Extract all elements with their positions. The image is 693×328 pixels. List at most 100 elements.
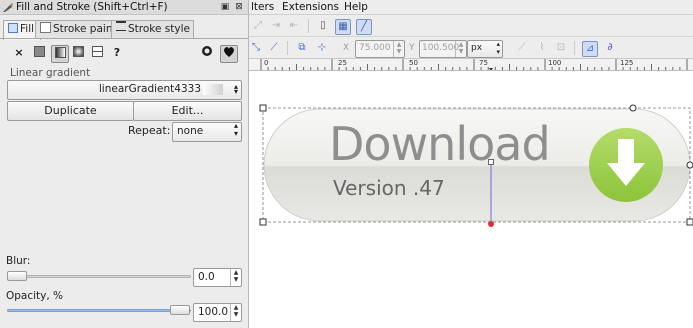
guides-toggle-icon[interactable]: ╱ (356, 19, 372, 35)
no-paint-button[interactable]: × (11, 45, 27, 61)
tab-stroke-style[interactable]: Stroke style (111, 20, 194, 39)
gradient-preview-swatch (203, 84, 223, 95)
tab-stroke-paint-label: Stroke paint (53, 23, 117, 35)
opacity-label: Opacity, % (6, 290, 64, 302)
toolbar-separator (574, 41, 575, 55)
opacity-spinbox[interactable]: 100.0 ▲ ▼ (193, 303, 242, 322)
radial-gradient-button[interactable] (70, 45, 86, 61)
y-coord-label: Y (409, 43, 415, 53)
document-properties-icon[interactable]: ▯ (316, 19, 330, 33)
duplicate-button[interactable]: Duplicate (7, 101, 134, 121)
linear-gradient-button[interactable] (51, 45, 69, 63)
grid-toggle-icon[interactable]: ▦ (335, 19, 351, 35)
x-coord-input[interactable]: 75.000 ▲ ▼ (355, 40, 405, 58)
show-transform-handles-icon[interactable]: ⊿ (582, 41, 598, 57)
dock-icon[interactable]: ▣ (220, 2, 230, 12)
unit-select[interactable]: px ▴ ▾ (467, 40, 503, 58)
artwork-title-text[interactable]: Download (329, 117, 551, 171)
blur-slider-handle[interactable] (7, 271, 27, 281)
y-spin-arrows-icon[interactable]: ▲ ▼ (455, 41, 466, 57)
handle-top-right-node[interactable] (629, 104, 637, 112)
edit-gradient-button[interactable]: Edit... (133, 101, 242, 121)
zoom-drawing-icon[interactable]: ⤢ (251, 19, 265, 33)
opacity-slider-track[interactable] (7, 309, 191, 312)
ruler-label: 50 (409, 59, 418, 67)
close-icon[interactable]: ⊠ (234, 2, 244, 12)
ruler-label: 25 (338, 59, 347, 67)
stroke-to-path-icon[interactable]: ⊹ (315, 41, 329, 55)
radial-gradient-icon (72, 46, 84, 57)
fill-rule-nonzero-button[interactable] (220, 45, 238, 63)
nonzero-icon (224, 47, 234, 57)
x-coord-label: X (343, 43, 350, 53)
ruler-label: 100 (548, 59, 562, 67)
pattern-icon (91, 46, 103, 57)
select-arrows-down-icon: ▾ (233, 87, 238, 96)
commands-toolbar: ⤢ ⇥ ⇤ ▯ ▦ ╱ (249, 15, 693, 37)
handle-right-node[interactable] (686, 161, 693, 169)
blur-label: Blur: (6, 255, 31, 267)
menu-bar: lters Extensions Help (249, 0, 693, 15)
fill-tab-icon (8, 23, 18, 33)
repeat-label: Repeat: (128, 124, 171, 137)
x-spin-arrows-icon[interactable]: ▲ ▼ (393, 41, 404, 57)
gradient-select-value: linearGradient4333 (98, 83, 201, 95)
blur-spinbox[interactable]: 0.0 ▲ ▼ (193, 268, 242, 287)
zoom-page-icon[interactable]: ⇥ (269, 19, 283, 33)
tab-divider (0, 38, 248, 39)
stroke-paint-tab-icon (40, 22, 51, 33)
menu-filters[interactable]: lters (251, 1, 274, 13)
menu-extensions[interactable]: Extensions (282, 1, 339, 13)
path-outline-icon[interactable]: ∂ (603, 41, 617, 55)
ruler-label: 75 (479, 59, 488, 67)
horizontal-ruler[interactable]: 0 25 50 75 100 125 (249, 59, 693, 71)
ruler-label: 0 (264, 59, 269, 67)
object-to-path-icon[interactable]: ⧉ (295, 41, 309, 55)
artwork-subtitle-text[interactable]: Version .47 (333, 176, 445, 200)
artwork (259, 104, 693, 227)
tool-controls-toolbar: ⤡ ⟋ ⧉ ⊹ X 75.000 ▲ ▼ Y 100.500 ▲ ▼ px ▴ ▾ ⟋… (249, 37, 693, 59)
repeat-select-value: none (177, 125, 204, 137)
tab-fill-label: Fill (20, 23, 35, 35)
show-outline-icon[interactable]: ⌇ (535, 41, 549, 55)
handle-top-left[interactable] (259, 104, 267, 112)
tab-stroke-style-label: Stroke style (128, 23, 190, 35)
show-handles-icon[interactable]: ⟋ (515, 41, 529, 55)
node-join-icon[interactable]: ⤡ (249, 41, 263, 55)
zoom-width-icon[interactable]: ⇤ (287, 19, 301, 33)
stroke-style-tab-icon (116, 21, 126, 31)
tab-stroke-paint[interactable]: Stroke paint (35, 20, 117, 39)
blur-value: 0.0 (198, 271, 215, 283)
ruler-label: 125 (620, 59, 634, 67)
gradient-end-handle[interactable] (488, 221, 494, 227)
flat-color-icon (33, 46, 45, 57)
menu-help[interactable]: Help (344, 1, 368, 13)
show-clip-icon[interactable]: ⊡ (554, 41, 568, 55)
blur-slider-track[interactable] (7, 275, 191, 278)
y-coord-input[interactable]: 100.500 ▲ ▼ (419, 40, 467, 58)
unset-paint-button[interactable]: ? (109, 45, 125, 61)
toolbar-separator (308, 19, 309, 33)
fill-stroke-dialog: Fill and Stroke (Shift+Ctrl+F) ▣ ⊠ Fill … (0, 0, 249, 328)
repeat-arrows-icon: ▴ ▾ (233, 121, 238, 138)
opacity-spin-arrows-icon[interactable]: ▲ ▼ (230, 304, 241, 321)
segment-line-icon[interactable]: ⟋ (267, 41, 281, 55)
opacity-slider-handle[interactable] (170, 305, 190, 315)
repeat-select[interactable]: none ▴ ▾ (172, 122, 242, 142)
flat-color-button[interactable] (31, 45, 47, 61)
unit-value: px (471, 43, 483, 53)
opacity-value: 100.0 (198, 306, 229, 318)
blur-spin-arrows-icon[interactable]: ▲ ▼ (230, 269, 241, 286)
handle-bottom-right[interactable] (686, 218, 693, 226)
dialog-title: Fill and Stroke (Shift+Ctrl+F) (16, 1, 168, 13)
unit-arrows-icon: ▴ ▾ (496, 40, 500, 56)
pattern-button[interactable] (89, 45, 105, 61)
drawing-canvas[interactable]: Download Version .47 (249, 72, 693, 328)
fill-rule-evenodd-button[interactable] (199, 45, 215, 61)
gradient-select[interactable]: linearGradient4333 ▴ ▾ (7, 80, 242, 100)
paint-brush-icon (3, 3, 13, 12)
evenodd-icon (202, 46, 212, 56)
handle-bottom-left[interactable] (259, 218, 267, 226)
toolbar-separator (287, 41, 288, 55)
dialog-titlebar: Fill and Stroke (Shift+Ctrl+F) ▣ ⊠ (0, 0, 248, 15)
